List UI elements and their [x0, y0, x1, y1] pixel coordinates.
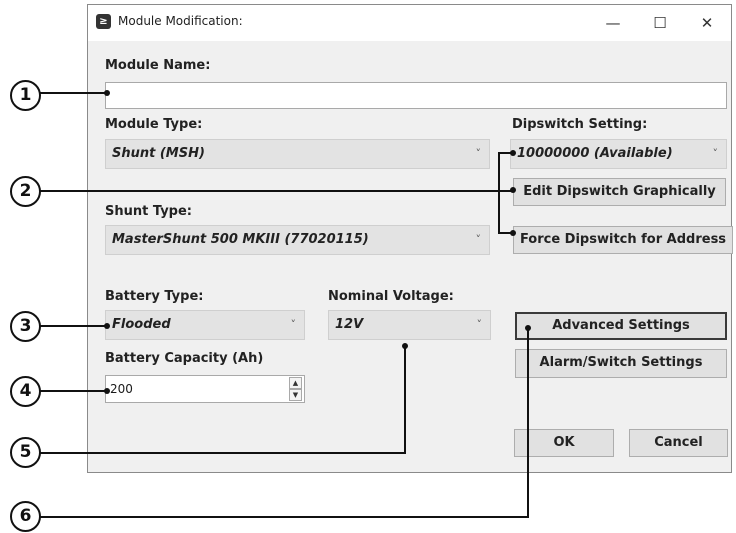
- battery-type-value: Flooded: [112, 317, 171, 332]
- dipswitch-label: Dipswitch Setting:: [512, 117, 648, 132]
- force-dipswitch-button[interactable]: Force Dipswitch for Address: [513, 226, 733, 254]
- alarm-switch-settings-button[interactable]: Alarm/Switch Settings: [515, 349, 727, 378]
- callout-dot-4: [104, 388, 110, 394]
- callout-5: 5: [10, 437, 41, 468]
- callout-vline-5: [404, 346, 406, 454]
- maximize-button[interactable]: ☐: [640, 9, 680, 37]
- dipswitch-value: 10000000 (Available): [517, 146, 673, 161]
- callout-line-5: [38, 452, 406, 454]
- module-name-label: Module Name:: [105, 58, 211, 73]
- module-name-input[interactable]: [105, 82, 727, 109]
- callout-line-2: [38, 190, 513, 192]
- spin-down-icon[interactable]: ▼: [289, 389, 302, 401]
- module-type-value: Shunt (MSH): [112, 146, 205, 161]
- module-type-select[interactable]: Shunt (MSH) ˅: [105, 139, 490, 169]
- callout-dot-2a: [510, 150, 516, 156]
- title-bar: ≥ Module Modification: — ☐ ✕: [88, 5, 731, 41]
- chevron-down-icon: ˅: [476, 318, 483, 331]
- battery-capacity-label: Battery Capacity (Ah): [105, 351, 264, 366]
- window-title: Module Modification:: [118, 14, 243, 28]
- callout-dot-3: [104, 323, 110, 329]
- chevron-down-icon: ˅: [475, 147, 482, 160]
- chevron-down-icon: ˅: [290, 318, 297, 331]
- dipswitch-select[interactable]: 10000000 (Available) ˅: [510, 139, 727, 169]
- callout-dot-6: [525, 325, 531, 331]
- battery-type-select[interactable]: Flooded ˅: [105, 310, 305, 340]
- ok-button[interactable]: OK: [514, 429, 614, 457]
- app-icon: ≥: [96, 14, 111, 29]
- nominal-voltage-label: Nominal Voltage:: [328, 289, 454, 304]
- chevron-down-icon: ˅: [475, 233, 482, 246]
- callout-dot-2c: [510, 230, 516, 236]
- chevron-down-icon: ˅: [712, 147, 719, 160]
- callout-line-1: [38, 92, 106, 94]
- callout-bracket-2: [498, 152, 500, 233]
- spin-up-icon[interactable]: ▲: [289, 377, 302, 389]
- shunt-type-label: Shunt Type:: [105, 204, 192, 219]
- advanced-settings-button[interactable]: Advanced Settings: [515, 312, 727, 340]
- callout-line-6: [38, 516, 529, 518]
- callout-dot-5: [402, 343, 408, 349]
- callout-4: 4: [10, 376, 41, 407]
- close-button[interactable]: ✕: [687, 9, 727, 37]
- cancel-button[interactable]: Cancel: [629, 429, 728, 457]
- callout-1: 1: [10, 80, 41, 111]
- shunt-type-value: MasterShunt 500 MKIII (77020115): [112, 232, 369, 247]
- module-type-label: Module Type:: [105, 117, 203, 132]
- nominal-voltage-value: 12V: [335, 317, 364, 332]
- callout-line-4: [38, 390, 106, 392]
- shunt-type-select[interactable]: MasterShunt 500 MKIII (77020115) ˅: [105, 225, 490, 255]
- battery-type-label: Battery Type:: [105, 289, 204, 304]
- callout-2: 2: [10, 176, 41, 207]
- callout-6: 6: [10, 501, 41, 532]
- minimize-button[interactable]: —: [593, 9, 633, 37]
- module-modification-dialog: ≥ Module Modification: — ☐ ✕ Module Name…: [87, 4, 733, 473]
- callout-dot-2b: [510, 187, 516, 193]
- nominal-voltage-select[interactable]: 12V ˅: [328, 310, 491, 340]
- callout-vline-6: [527, 329, 529, 518]
- edit-dipswitch-button[interactable]: Edit Dipswitch Graphically: [513, 178, 726, 206]
- battery-capacity-input[interactable]: 200: [105, 375, 305, 403]
- callout-line-3: [38, 325, 106, 327]
- callout-3: 3: [10, 311, 41, 342]
- callout-dot-1: [104, 90, 110, 96]
